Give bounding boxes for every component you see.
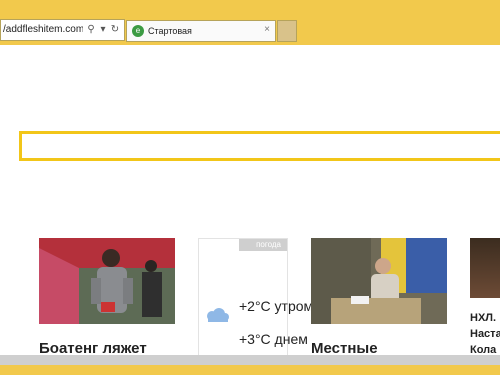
news-image-football[interactable] [39, 238, 175, 324]
chevron-down-icon[interactable]: ▾ [97, 23, 109, 37]
news-image-voting[interactable] [311, 238, 447, 324]
search-icon[interactable]: ⚲ [85, 23, 97, 37]
browser-titlebar: /addfleshitem.com/r ⚲ ▾ ↻ e Стартовая × [0, 0, 500, 45]
weather-widget[interactable]: погода +2°C утром +3°C днем [198, 238, 313, 363]
news-image-portrait[interactable] [470, 238, 500, 298]
news-line[interactable]: Наста [470, 328, 500, 340]
tab-label: Стартовая [148, 26, 192, 36]
page-content: Боатенг ляжет погода +2°C утром +3°C дне… [0, 45, 500, 363]
refresh-icon[interactable]: ↻ [109, 23, 121, 37]
search-input[interactable] [19, 131, 500, 161]
weather-morning: +2°C утром [239, 298, 314, 314]
horizontal-scrollbar[interactable] [0, 355, 500, 365]
news-card[interactable]: Боатенг ляжет [39, 238, 175, 363]
cloud-icon [207, 308, 229, 322]
address-bar[interactable]: /addfleshitem.com/r ⚲ ▾ ↻ [0, 19, 125, 41]
tab-startpage[interactable]: e Стартовая × [126, 20, 276, 42]
news-line[interactable]: НХЛ. [470, 312, 496, 324]
tab-close-icon[interactable]: × [264, 24, 270, 35]
weather-tag: погода [239, 239, 287, 251]
weather-day: +3°C днем [239, 331, 308, 347]
browser-bottom-frame [0, 365, 500, 375]
news-card[interactable]: Местные [311, 238, 447, 363]
page-favicon-icon: e [132, 25, 144, 37]
new-tab-button[interactable] [277, 20, 297, 42]
news-card-partial[interactable]: НХЛ. Наста Кола [470, 238, 500, 363]
address-text[interactable]: /addfleshitem.com/r [3, 24, 83, 35]
